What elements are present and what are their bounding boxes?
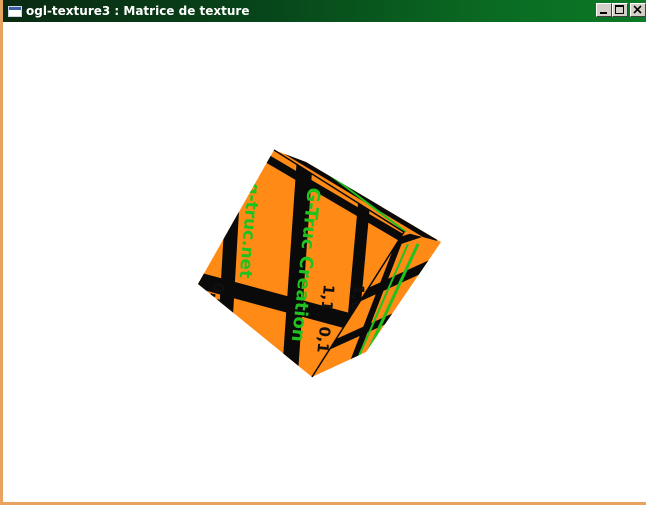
maximize-button[interactable] <box>612 3 628 17</box>
texture-text-coord-00: 0,0 <box>207 282 228 310</box>
maximize-icon <box>615 5 624 14</box>
close-icon <box>633 5 642 14</box>
opengl-viewport[interactable]: g-truc.net G-Truc Creation 1,1 1,0 0,1 0… <box>6 22 646 502</box>
window-title: ogl-texture3 : Matrice de texture <box>26 4 250 18</box>
window-controls <box>596 3 646 17</box>
texture-text-coord-11: 1,1 <box>317 284 338 312</box>
app-icon[interactable] <box>8 5 22 17</box>
minimize-icon <box>600 12 607 14</box>
app-window: ogl-texture3 : Matrice de texture g-truc… <box>0 0 646 505</box>
close-button[interactable] <box>630 3 646 17</box>
textured-cube: g-truc.net G-Truc Creation 1,1 1,0 0,1 0… <box>198 149 441 378</box>
minimize-button[interactable] <box>596 3 612 17</box>
title-bar[interactable]: ogl-texture3 : Matrice de texture <box>3 0 646 22</box>
